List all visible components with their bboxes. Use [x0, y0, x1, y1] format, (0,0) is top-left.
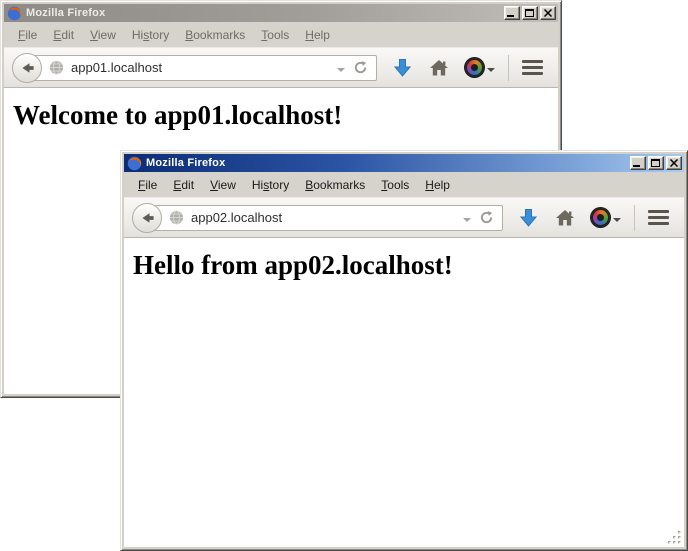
toolbar-separator: [508, 55, 509, 81]
menu-item-bookmarks[interactable]: Bookmarks: [297, 175, 373, 195]
hamburger-bar: [522, 60, 543, 63]
close-icon: [670, 159, 678, 167]
minimize-icon: [633, 165, 640, 167]
menu-item-file[interactable]: File: [130, 175, 165, 195]
maximize-button[interactable]: [522, 6, 538, 20]
menu-hamburger-button[interactable]: [648, 210, 669, 225]
page-content-app02: Hello from app02.localhost!: [124, 238, 684, 547]
download-icon[interactable]: [520, 209, 537, 227]
title-bar[interactable]: Mozilla Firefox: [124, 154, 684, 172]
navigation-toolbar: app01.localhost: [4, 47, 558, 88]
addon-color-wheel-icon: [465, 58, 484, 77]
maximize-button[interactable]: [648, 156, 664, 170]
menu-item-history[interactable]: History: [244, 175, 297, 195]
menu-item-help[interactable]: Help: [417, 175, 458, 195]
reload-icon[interactable]: [479, 210, 494, 225]
menu-item-edit[interactable]: Edit: [165, 175, 202, 195]
back-arrow-icon: [19, 60, 35, 76]
menu-item-view[interactable]: View: [202, 175, 244, 195]
browser-window-app02[interactable]: Mozilla Firefox File Edit View History B…: [120, 150, 688, 551]
menu-bar: File Edit View History Bookmarks Tools H…: [4, 22, 558, 47]
hamburger-bar: [522, 66, 543, 69]
menu-item-view[interactable]: View: [82, 25, 124, 45]
home-icon[interactable]: [556, 210, 574, 226]
menu-item-history[interactable]: History: [124, 25, 177, 45]
menu-bar: File Edit View History Bookmarks Tools H…: [124, 172, 684, 197]
resize-grip[interactable]: [668, 531, 681, 544]
maximize-icon: [525, 9, 534, 17]
back-button[interactable]: [12, 53, 42, 83]
reload-icon[interactable]: [353, 60, 368, 75]
minimize-icon: [507, 15, 514, 17]
hamburger-bar: [522, 72, 543, 75]
close-button[interactable]: [666, 156, 682, 170]
minimize-button[interactable]: [504, 6, 520, 20]
globe-icon[interactable]: [49, 60, 64, 75]
download-icon[interactable]: [394, 59, 411, 77]
menu-item-help[interactable]: Help: [297, 25, 338, 45]
menu-item-tools[interactable]: Tools: [373, 175, 417, 195]
menu-hamburger-button[interactable]: [522, 60, 543, 75]
globe-icon[interactable]: [169, 210, 184, 225]
minimize-button[interactable]: [630, 156, 646, 170]
toolbar-separator: [634, 205, 635, 231]
page-heading: Welcome to app01.localhost!: [13, 100, 558, 131]
menu-item-file[interactable]: File: [10, 25, 45, 45]
window-controls: [630, 156, 682, 170]
firefox-icon: [7, 6, 22, 21]
back-button[interactable]: [132, 203, 162, 233]
addon-dropdown-icon: [487, 68, 495, 76]
url-input[interactable]: app02.localhost: [149, 205, 503, 231]
hamburger-bar: [648, 222, 669, 225]
menu-item-edit[interactable]: Edit: [45, 25, 82, 45]
close-button[interactable]: [540, 6, 556, 20]
back-arrow-icon: [139, 210, 155, 226]
menu-item-tools[interactable]: Tools: [253, 25, 297, 45]
urlbar-dropdown-icon[interactable]: [463, 218, 471, 226]
url-text: app01.localhost: [71, 60, 162, 75]
addon-color-wheel-icon: [591, 208, 610, 227]
navigation-toolbar: app02.localhost: [124, 197, 684, 238]
page-heading: Hello from app02.localhost!: [133, 250, 684, 281]
url-input[interactable]: app01.localhost: [29, 55, 377, 81]
window-title: Mozilla Firefox: [146, 157, 225, 169]
home-icon[interactable]: [430, 60, 448, 76]
url-text: app02.localhost: [191, 210, 282, 225]
maximize-icon: [651, 159, 660, 167]
addon-button[interactable]: [465, 58, 495, 77]
urlbar-dropdown-icon[interactable]: [337, 68, 345, 76]
hamburger-bar: [648, 216, 669, 219]
title-bar[interactable]: Mozilla Firefox: [4, 4, 558, 22]
firefox-icon: [127, 156, 142, 171]
close-icon: [544, 9, 552, 17]
menu-item-bookmarks[interactable]: Bookmarks: [177, 25, 253, 45]
hamburger-bar: [648, 210, 669, 213]
window-controls: [504, 6, 556, 20]
addon-dropdown-icon: [613, 218, 621, 226]
addon-button[interactable]: [591, 208, 621, 227]
window-title: Mozilla Firefox: [26, 7, 105, 19]
